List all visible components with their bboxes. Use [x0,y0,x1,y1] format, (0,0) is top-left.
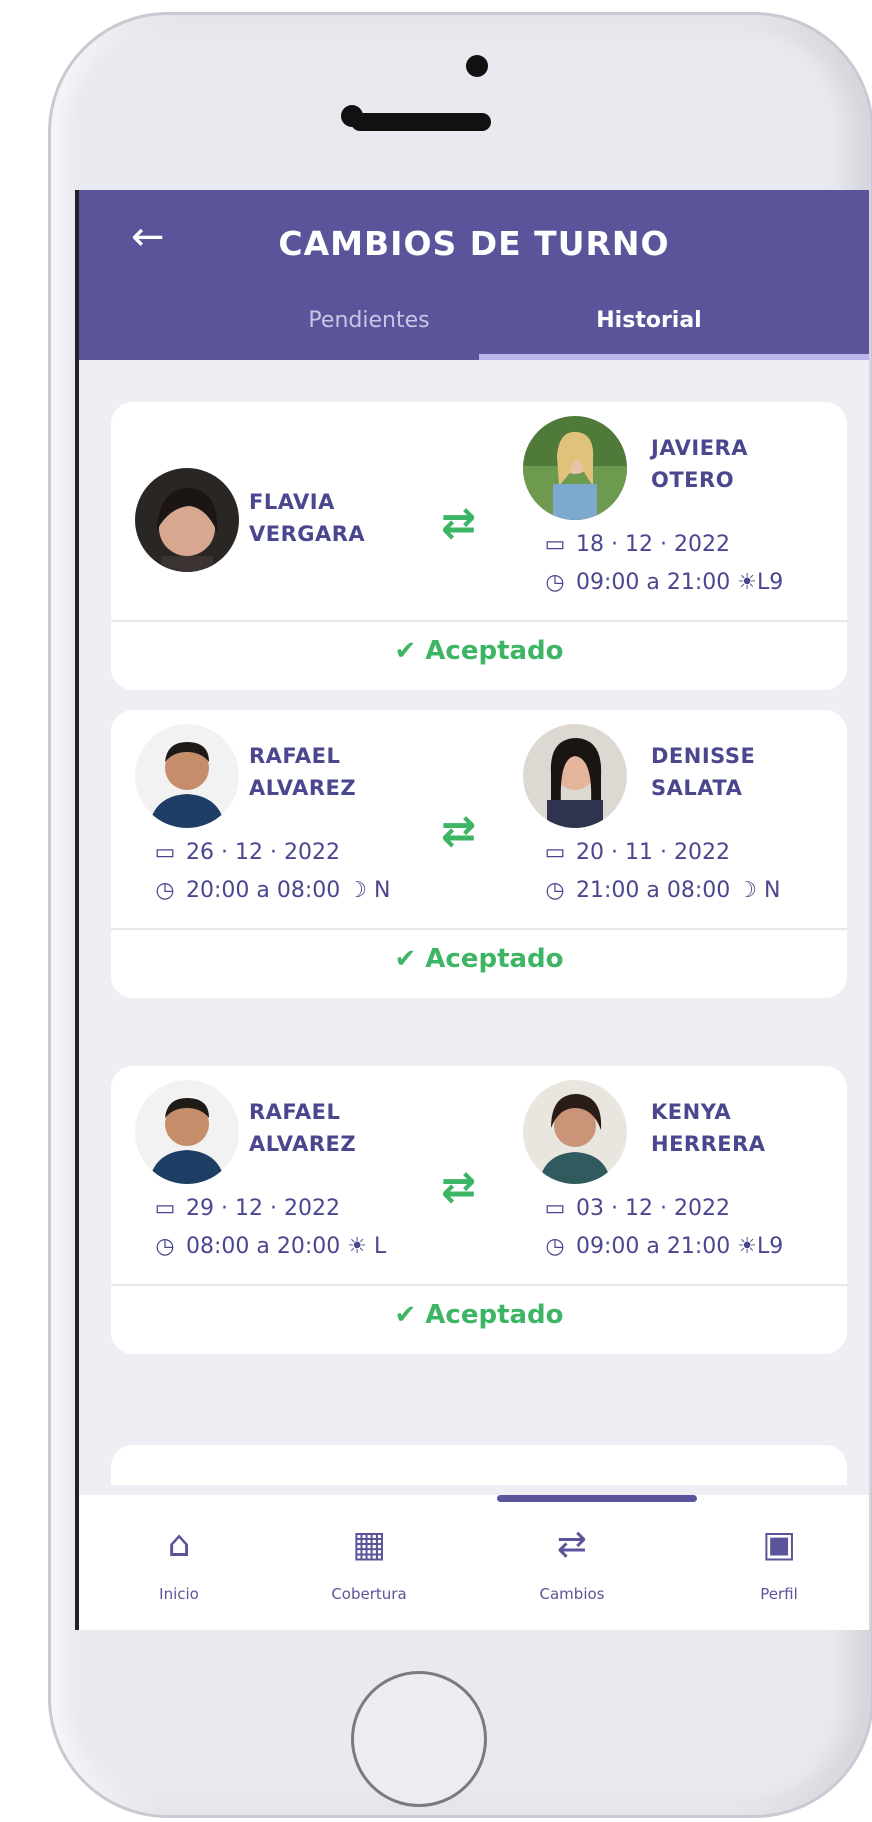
avatar-right [523,724,627,828]
active-tab-indicator [479,354,869,360]
receiver-shift-info: ▭ 20 · 11 · 2022 ◷ 21:00 a 08:00 ☽ N [541,834,781,910]
requester-shift-info: ▭ 26 · 12 · 2022 ◷ 20:00 a 08:00 ☽ N [151,834,391,910]
home-icon: ⌂ [167,1524,191,1565]
swap-arrows-icon: ⇄ [441,1162,477,1211]
last-name: HERRERA [651,1132,766,1156]
home-button[interactable] [351,1671,487,1807]
swap-card[interactable]: FLAVIA VERGARA ⇄ JAVIERA OTERO ▭ 18 · 12… [111,402,847,690]
last-name: OTERO [651,468,735,492]
tab-pendientes[interactable]: Pendientes [209,308,529,333]
earpiece-speaker [351,113,491,131]
last-name: ALVAREZ [249,1132,357,1156]
requester-name: RAFAEL ALVAREZ [249,740,356,804]
shift-date: 18 · 12 · 2022 [576,532,730,557]
active-nav-indicator [497,1495,697,1502]
front-camera [466,55,488,77]
bottom-navigation: ⌂ Inicio ▦ Cobertura ⇄ Cambios ▣ Perfil [79,1495,869,1630]
sun-icon: ☀ [737,570,758,595]
shift-time: 09:00 a 21:00 [576,1234,731,1259]
nav-perfil[interactable]: ▣ Perfil [704,1519,854,1603]
nav-cobertura[interactable]: ▦ Cobertura [294,1519,444,1603]
avatar-left [135,724,239,828]
shift-code: L9 [757,1234,784,1259]
calendar-icon: ▭ [544,840,566,865]
sun-icon: ☀ [737,1234,758,1259]
receiver-shift-info: ▭ 18 · 12 · 2022 ◷ 09:00 a 21:00 ☀L9 [541,526,784,602]
first-name: DENISSE [651,744,756,768]
swap-card[interactable]: RAFAEL ALVAREZ ▭ 29 · 12 · 2022 ◷ 08:00 … [111,1066,847,1354]
receiver-name: KENYA HERRERA [651,1096,766,1160]
page-title: CAMBIOS DE TURNO [278,224,670,263]
calendar-icon: ▭ [544,532,566,557]
avatar-left [135,468,239,572]
calendar-icon: ▦ [351,1524,386,1565]
id-badge-icon: ▣ [761,1524,796,1565]
shift-code: L9 [757,570,784,595]
swap-arrows-icon: ⇄ [441,806,477,855]
last-name: ALVAREZ [249,776,357,800]
card-divider [111,928,847,930]
shift-date: 03 · 12 · 2022 [576,1196,730,1221]
first-name: KENYA [651,1100,732,1124]
nav-label: Cambios [539,1585,605,1603]
first-name: RAFAEL [249,744,341,768]
status-label: ✔ Aceptado [394,1300,564,1330]
shift-code: N [764,878,781,903]
card-divider [111,1284,847,1286]
calendar-icon: ▭ [154,840,176,865]
shift-time: 08:00 a 20:00 [186,1234,341,1259]
calendar-icon: ▭ [544,1196,566,1221]
receiver-shift-info: ▭ 03 · 12 · 2022 ◷ 09:00 a 21:00 ☀L9 [541,1190,784,1266]
last-name: SALATA [651,776,743,800]
shift-code: N [374,878,391,903]
swap-card[interactable]: RAFAEL ALVAREZ ▭ 26 · 12 · 2022 ◷ 20:00 … [111,710,847,998]
card-divider [111,620,847,622]
sun-icon: ☀ [347,1234,368,1259]
status-label: ✔ Aceptado [394,944,564,974]
nav-cambios[interactable]: ⇄ Cambios [497,1519,647,1603]
shift-date: 29 · 12 · 2022 [186,1196,340,1221]
shift-time: 09:00 a 21:00 [576,570,731,595]
shift-code: L [374,1234,387,1259]
swap-arrows-icon: ⇄ [441,498,477,547]
nav-label: Inicio [159,1585,199,1603]
clock-icon: ◷ [545,878,565,903]
nav-label: Cobertura [331,1585,407,1603]
clock-icon: ◷ [155,1234,175,1259]
tab-historial[interactable]: Historial [489,308,809,333]
avatar-left [135,1080,239,1184]
moon-icon: ☽ [737,878,758,903]
avatar-right [523,1080,627,1184]
receiver-name: DENISSE SALATA [651,740,755,804]
moon-icon: ☽ [347,878,368,903]
swap-arrows-icon: ⇄ [556,1524,588,1565]
clock-icon: ◷ [155,878,175,903]
status-label: ✔ Aceptado [394,636,564,666]
clock-icon: ◷ [545,570,565,595]
first-name: RAFAEL [249,1100,341,1124]
calendar-icon: ▭ [154,1196,176,1221]
app-header: ← CAMBIOS DE TURNO Pendientes Historial [79,190,869,360]
requester-name: RAFAEL ALVAREZ [249,1096,356,1160]
avatar-right [523,416,627,520]
nav-label: Perfil [760,1585,798,1603]
first-name: JAVIERA [651,436,748,460]
next-card-peek [111,1445,847,1485]
shift-time: 20:00 a 08:00 [186,878,341,903]
app-screen: ← CAMBIOS DE TURNO Pendientes Historial … [75,190,869,1630]
requester-name: FLAVIA VERGARA [249,486,365,550]
receiver-name: JAVIERA OTERO [651,432,748,496]
nav-inicio[interactable]: ⌂ Inicio [104,1519,254,1603]
first-name: FLAVIA [249,490,335,514]
shift-date: 26 · 12 · 2022 [186,840,340,865]
requester-shift-info: ▭ 29 · 12 · 2022 ◷ 08:00 a 20:00 ☀ L [151,1190,387,1266]
shift-date: 20 · 11 · 2022 [576,840,730,865]
last-name: VERGARA [249,522,366,546]
clock-icon: ◷ [545,1234,565,1259]
shift-time: 21:00 a 08:00 [576,878,731,903]
